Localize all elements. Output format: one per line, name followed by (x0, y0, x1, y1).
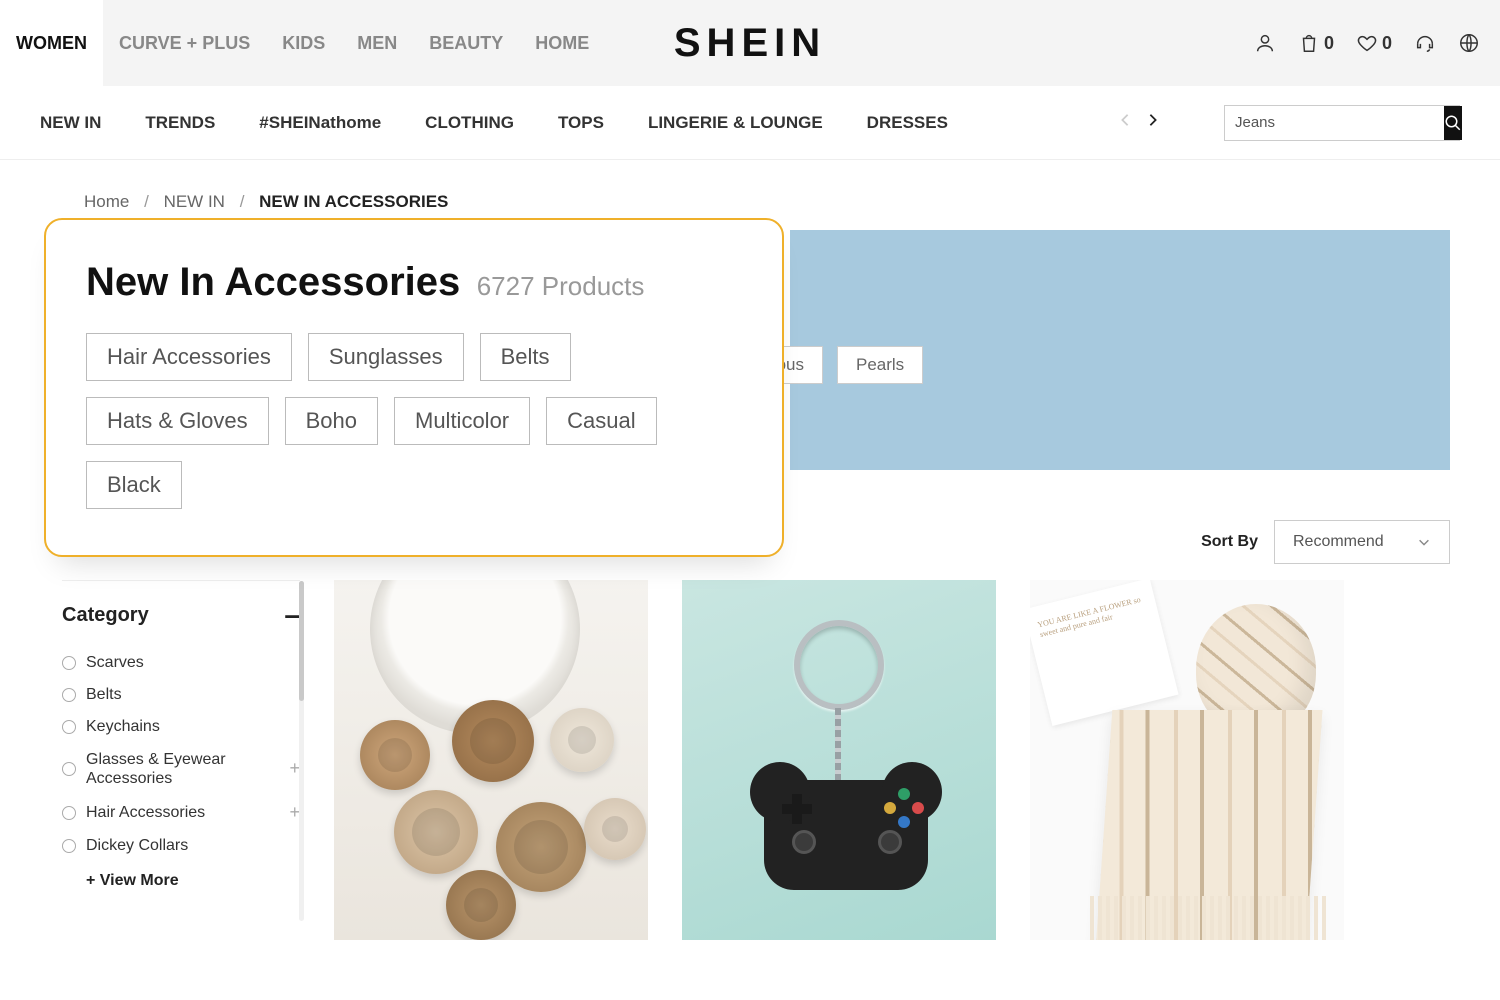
sort-value: Recommend (1293, 533, 1384, 551)
radio-icon (62, 720, 76, 734)
category-list: Scarves Belts Keychains Glasses & Eyewea… (62, 647, 300, 862)
wishlist-count: 0 (1382, 33, 1392, 54)
tab-women[interactable]: WOMEN (0, 0, 103, 86)
chip-pearls[interactable]: Pearls (837, 346, 923, 384)
search-box (1224, 105, 1460, 141)
product-grid: YOU ARE LIKE A FLOWER so sweet and pure … (334, 580, 1450, 940)
page-title: New In Accessories (86, 260, 460, 305)
nav-next-icon[interactable] (1146, 113, 1160, 132)
hero-card: New In Accessories 6727 Products Hair Ac… (44, 218, 784, 557)
top-bar: WOMEN CURVE + PLUS KIDS MEN BEAUTY HOME … (0, 0, 1500, 86)
sort-select[interactable]: Recommend (1274, 520, 1450, 564)
radio-icon (62, 688, 76, 702)
tab-kids[interactable]: KIDS (266, 0, 341, 86)
tab-curve-plus[interactable]: CURVE + PLUS (103, 0, 266, 86)
cat-belts[interactable]: Belts (62, 679, 300, 711)
chip-belts[interactable]: Belts (480, 333, 571, 381)
chip-hair-accessories[interactable]: Hair Accessories (86, 333, 292, 381)
sidebar-scrollbar[interactable] (299, 581, 304, 921)
cat-hair-accessories[interactable]: Hair Accessories+ (62, 795, 300, 830)
chip-sunglasses[interactable]: Sunglasses (308, 333, 464, 381)
radio-icon (62, 656, 76, 670)
bag-count: 0 (1324, 33, 1334, 54)
chip-hats-gloves[interactable]: Hats & Gloves (86, 397, 269, 445)
cat-dickey-collars[interactable]: Dickey Collars (62, 830, 300, 862)
nav-items: NEW IN TRENDS #SHEINathome CLOTHING TOPS… (40, 113, 948, 133)
product-count: 6727 Products (477, 271, 645, 301)
tab-men[interactable]: MEN (341, 0, 413, 86)
nav-prev-icon[interactable] (1118, 113, 1132, 132)
product-card[interactable] (682, 580, 996, 940)
radio-icon (62, 762, 76, 776)
nav-trends[interactable]: TRENDS (145, 113, 215, 133)
crumb-home[interactable]: Home (84, 192, 129, 211)
tab-home[interactable]: HOME (519, 0, 605, 86)
support-icon[interactable] (1414, 32, 1436, 54)
bag-icon[interactable]: 0 (1298, 32, 1334, 54)
nav-lingerie-lounge[interactable]: LINGERIE & LOUNGE (648, 113, 823, 133)
sidebar: Category – Scarves Belts Keychains Glass… (62, 580, 300, 940)
sort-label: Sort By (1201, 533, 1258, 551)
chip-multicolor[interactable]: Multicolor (394, 397, 530, 445)
tab-beauty[interactable]: BEAUTY (413, 0, 519, 86)
chip-black[interactable]: Black (86, 461, 182, 509)
nav-new-in[interactable]: NEW IN (40, 113, 101, 133)
nav-tops[interactable]: TOPS (558, 113, 604, 133)
main-content: Category – Scarves Belts Keychains Glass… (62, 580, 1450, 940)
crumb-current: NEW IN ACCESSORIES (259, 192, 448, 211)
category-nav: NEW IN TRENDS #SHEINathome CLOTHING TOPS… (0, 86, 1500, 160)
nav-clothing[interactable]: CLOTHING (425, 113, 514, 133)
cat-glasses-eyewear[interactable]: Glasses & Eyewear Accessories+ (62, 743, 300, 795)
radio-icon (62, 839, 76, 853)
wishlist-icon[interactable]: 0 (1356, 32, 1392, 54)
breadcrumb: Home / NEW IN / NEW IN ACCESSORIES (0, 160, 1500, 224)
crumb-new-in[interactable]: NEW IN (164, 192, 225, 211)
sidebar-heading: Category – (62, 599, 300, 631)
nav-scroll-arrows (1118, 113, 1160, 132)
header-actions: 0 0 (1254, 32, 1480, 54)
account-icon[interactable] (1254, 32, 1276, 54)
globe-icon[interactable] (1458, 32, 1480, 54)
paper-note: YOU ARE LIKE A FLOWER so sweet and pure … (1030, 580, 1179, 726)
view-more-button[interactable]: + View More (62, 872, 300, 890)
chip-casual[interactable]: Casual (546, 397, 656, 445)
collapse-category-icon[interactable]: – (284, 599, 300, 631)
product-card[interactable]: YOU ARE LIKE A FLOWER so sweet and pure … (1030, 580, 1344, 940)
nav-dresses[interactable]: DRESSES (867, 113, 948, 133)
logo[interactable]: SHEIN (674, 21, 826, 66)
search-input[interactable] (1225, 106, 1444, 140)
nav-sheinathome[interactable]: #SHEINathome (259, 113, 381, 133)
search-button[interactable] (1444, 106, 1462, 140)
top-tabs: WOMEN CURVE + PLUS KIDS MEN BEAUTY HOME (0, 0, 605, 86)
radio-icon (62, 806, 76, 820)
filter-chips: Hair Accessories Sunglasses Belts Hats &… (86, 333, 742, 509)
cat-scarves[interactable]: Scarves (62, 647, 300, 679)
chip-boho[interactable]: Boho (285, 397, 378, 445)
hero-wrap: norous Pearls New In Accessories 6727 Pr… (84, 230, 1450, 490)
product-card[interactable] (334, 580, 648, 940)
cat-keychains[interactable]: Keychains (62, 711, 300, 743)
